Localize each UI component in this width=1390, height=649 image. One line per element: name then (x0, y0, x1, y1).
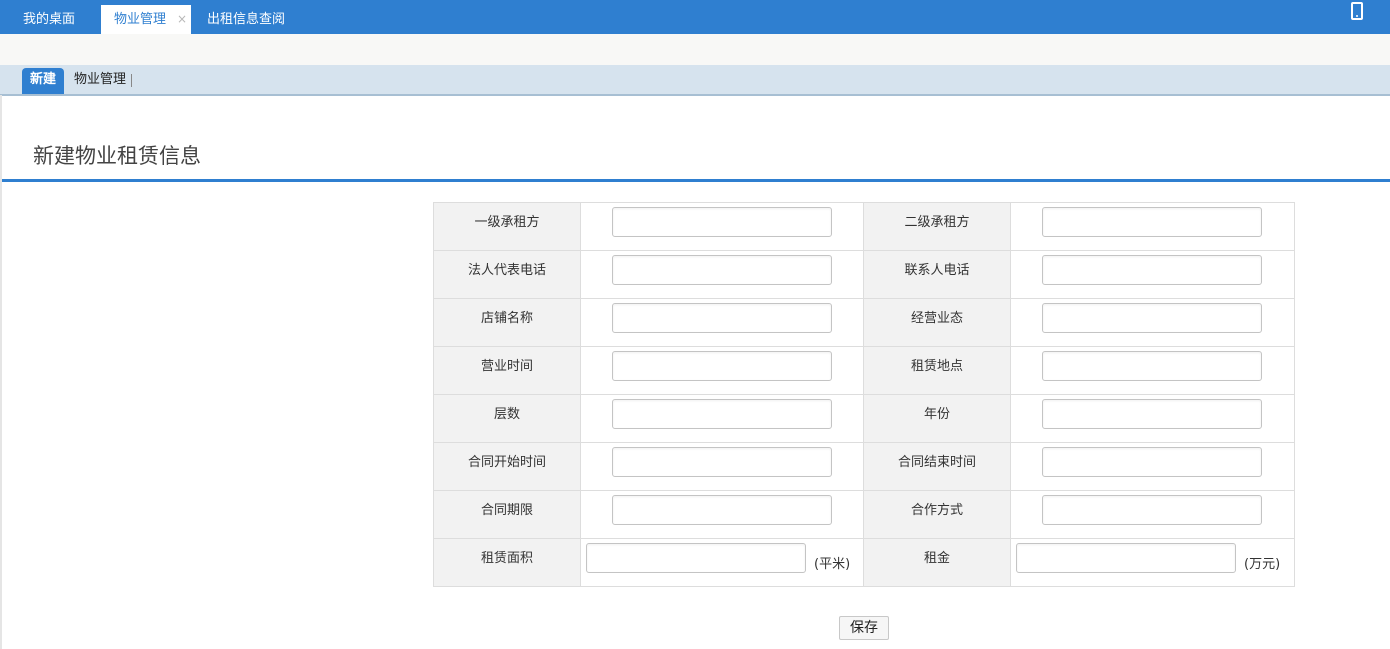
toolbar-strip (0, 34, 1390, 66)
field-cell (1010, 250, 1295, 299)
subtab-divider (131, 74, 132, 87)
field-label: 租赁面积 (433, 538, 581, 587)
field-label: 合同结束时间 (863, 442, 1011, 491)
close-icon[interactable]: × (177, 5, 187, 34)
field-label: 经营业态 (863, 298, 1011, 347)
field-label: 一级承租方 (433, 202, 581, 251)
lease-area-input[interactable] (586, 543, 806, 573)
form-row: 一级承租方 二级承租方 (433, 202, 1295, 251)
field-cell (580, 250, 864, 299)
form-row: 营业时间 租赁地点 (433, 346, 1295, 395)
sub-tab-bar: 新建 物业管理 (0, 65, 1390, 96)
save-button[interactable]: 保存 (839, 616, 889, 640)
contact-phone-input[interactable] (1042, 255, 1262, 285)
field-label: 合作方式 (863, 490, 1011, 539)
secondary-lessee-input[interactable] (1042, 207, 1262, 237)
subtab-new[interactable]: 新建 (22, 68, 64, 94)
top-tab-bar: 我的桌面 物业管理 × 出租信息查阅 (0, 0, 1390, 34)
field-cell (580, 346, 864, 395)
legal-rep-phone-input[interactable] (612, 255, 832, 285)
tab-property-management[interactable]: 物业管理 × (101, 5, 191, 34)
contract-end-input[interactable] (1042, 447, 1262, 477)
field-cell: (平米) (580, 538, 864, 587)
primary-lessee-input[interactable] (612, 207, 832, 237)
business-hours-input[interactable] (612, 351, 832, 381)
field-cell (580, 394, 864, 443)
field-label: 营业时间 (433, 346, 581, 395)
field-label: 年份 (863, 394, 1011, 443)
lease-form-table: 一级承租方 二级承租方 法人代表电话 联系人电话 店铺名称 经营业态 营业时间 … (433, 202, 1295, 587)
contract-term-input[interactable] (612, 495, 832, 525)
contract-start-input[interactable] (612, 447, 832, 477)
year-input[interactable] (1042, 399, 1262, 429)
form-row: 法人代表电话 联系人电话 (433, 250, 1295, 299)
field-cell (580, 202, 864, 251)
field-label: 合同期限 (433, 490, 581, 539)
business-type-input[interactable] (1042, 303, 1262, 333)
tab-rental-info-query[interactable]: 出租信息查阅 (197, 5, 295, 34)
field-label: 层数 (433, 394, 581, 443)
field-cell (1010, 442, 1295, 491)
field-cell (1010, 298, 1295, 347)
form-row: 租赁面积 (平米) 租金 (万元) (433, 538, 1295, 587)
rent-unit-label: (万元) (1244, 557, 1281, 572)
floor-count-input[interactable] (612, 399, 832, 429)
field-cell (580, 442, 864, 491)
field-label: 租金 (863, 538, 1011, 587)
field-label: 二级承租方 (863, 202, 1011, 251)
tab-property-management-label: 物业管理 (114, 12, 167, 27)
subtab-property-management[interactable]: 物业管理 (74, 68, 126, 94)
field-cell (580, 490, 864, 539)
tab-my-desktop[interactable]: 我的桌面 (10, 5, 88, 34)
rent-input[interactable] (1016, 543, 1236, 573)
field-cell (1010, 394, 1295, 443)
field-cell (1010, 202, 1295, 251)
lease-location-input[interactable] (1042, 351, 1262, 381)
field-label: 租赁地点 (863, 346, 1011, 395)
form-row: 层数 年份 (433, 394, 1295, 443)
title-divider (2, 179, 1390, 182)
page-title: 新建物业租赁信息 (33, 144, 201, 168)
field-label: 联系人电话 (863, 250, 1011, 299)
form-row: 合同期限 合作方式 (433, 490, 1295, 539)
field-cell (1010, 346, 1295, 395)
field-cell: (万元) (1010, 538, 1295, 587)
area-unit-label: (平米) (814, 557, 851, 572)
form-row: 店铺名称 经营业态 (433, 298, 1295, 347)
form-row: 合同开始时间 合同结束时间 (433, 442, 1295, 491)
mobile-phone-icon[interactable] (1351, 2, 1363, 20)
shop-name-input[interactable] (612, 303, 832, 333)
cooperation-mode-input[interactable] (1042, 495, 1262, 525)
field-cell (1010, 490, 1295, 539)
field-cell (580, 298, 864, 347)
field-label: 合同开始时间 (433, 442, 581, 491)
field-label: 法人代表电话 (433, 250, 581, 299)
field-label: 店铺名称 (433, 298, 581, 347)
